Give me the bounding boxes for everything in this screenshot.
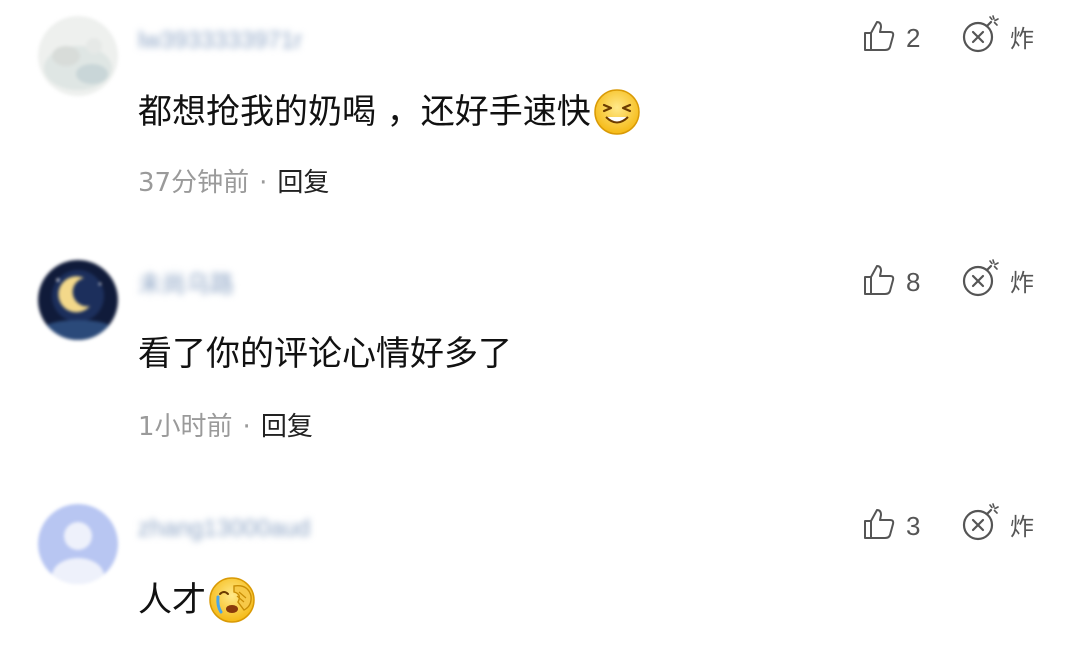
reply-button[interactable]: 回复 [261, 412, 313, 442]
comment-time: 37分钟前 [138, 168, 250, 198]
username[interactable]: lw3933333971r [138, 26, 302, 56]
comment-text-body: 人才 [138, 580, 206, 620]
user-avatar[interactable] [38, 504, 118, 584]
bomb-label: 炸 [1010, 512, 1034, 541]
bomb-label: 炸 [1010, 268, 1034, 297]
like-count: 3 [906, 510, 921, 541]
username[interactable]: zhang13000aud [138, 514, 310, 544]
like-button[interactable]: 3 [862, 506, 920, 546]
bomb-button[interactable]: 炸 [960, 258, 1034, 302]
like-button[interactable]: 8 [862, 262, 920, 302]
comment-text-body: 都想抢我的奶喝 ，还好手速快 [138, 92, 591, 132]
bomb-button[interactable]: 炸 [960, 502, 1034, 546]
username[interactable]: 未尚乌路 [138, 270, 234, 300]
comment-item-3: zhang13000aud 人才 3 炸 [0, 488, 1080, 648]
bomb-button[interactable]: 炸 [960, 14, 1034, 58]
like-count: 8 [906, 266, 921, 297]
meta-separator: · [259, 168, 268, 198]
thumbs-up-icon [862, 507, 896, 545]
comment-meta: 1小时前 · 回复 [138, 410, 313, 444]
user-avatar[interactable] [38, 16, 118, 96]
comment-item-1: lw3933333971r 都想抢我的奶喝 ，还好手速快 37分钟前 · 回复 [0, 0, 1080, 230]
comment-time: 1小时前 [138, 412, 233, 442]
reply-button[interactable]: 回复 [277, 168, 329, 198]
like-count: 2 [906, 22, 921, 53]
comment-text-body: 看了你的评论心情好多了 [138, 334, 512, 374]
like-button[interactable]: 2 [862, 18, 920, 58]
user-avatar[interactable] [38, 260, 118, 340]
bomb-icon [960, 257, 1002, 303]
face-palm-crying-emoji-icon [208, 576, 256, 624]
bomb-icon [960, 501, 1002, 547]
comment-text: 人才 [138, 576, 256, 624]
grinning-squint-face-emoji-icon [593, 88, 641, 136]
bomb-icon [960, 13, 1002, 59]
comment-text: 都想抢我的奶喝 ，还好手速快 [138, 88, 641, 136]
comment-item-2: 未尚乌路 看了你的评论心情好多了 1小时前 · 回复 8 炸 [0, 244, 1080, 474]
thumbs-up-icon [862, 19, 896, 57]
comment-meta: 37分钟前 · 回复 [138, 166, 329, 200]
thumbs-up-icon [862, 263, 896, 301]
meta-separator: · [242, 412, 251, 442]
bomb-label: 炸 [1010, 24, 1034, 53]
comment-text: 看了你的评论心情好多了 [138, 332, 512, 376]
